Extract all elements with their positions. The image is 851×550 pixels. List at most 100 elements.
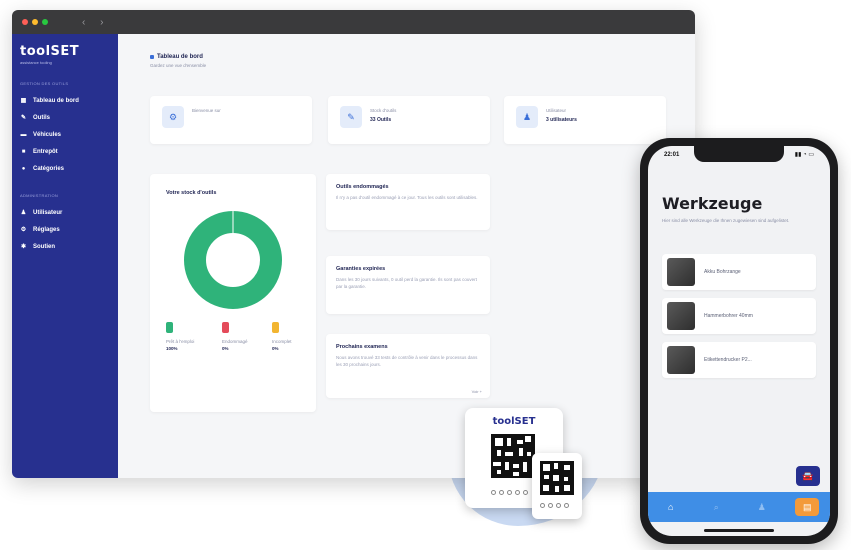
logo-subtitle: assistance tooling xyxy=(20,60,52,65)
list-item[interactable]: Hammerbohrer 40mm xyxy=(662,298,816,334)
sidebar-item-label: Réglages xyxy=(33,226,60,233)
sidebar: toolSET assistance tooling GESTION DES O… xyxy=(12,34,118,478)
qr-code-icon xyxy=(491,434,535,478)
gear-icon: ⚙ xyxy=(162,106,184,128)
qr-circle-row xyxy=(491,490,528,495)
qr-logo: toolSET xyxy=(492,416,536,427)
minimize-dot[interactable] xyxy=(32,19,38,25)
app-logo[interactable]: toolSET xyxy=(20,44,110,59)
gear-icon: ⚙ xyxy=(20,227,27,233)
sidebar-section-admin: ADMINISTRATION xyxy=(20,193,59,198)
car-icon: ▬ xyxy=(20,131,27,138)
nav-arrows[interactable]: ‹ › xyxy=(82,17,109,28)
tool-thumbnail xyxy=(667,258,695,286)
list-item-label: Hammerbohrer 40mm xyxy=(704,313,753,319)
close-dot[interactable] xyxy=(22,19,28,25)
sidebar-item-tools[interactable]: ✎ Outils xyxy=(20,109,110,126)
legend-label: Endommagé xyxy=(222,339,248,344)
grid-icon: ▦ xyxy=(20,98,27,104)
mobile-screen: 22:01 ▮▮ ◔ ▭ Werkzeuge Hier sind alle We… xyxy=(648,146,830,536)
user-icon: ♟ xyxy=(516,106,538,128)
phone-notch xyxy=(694,146,784,162)
home-indicator xyxy=(704,529,774,532)
qr-tag-small xyxy=(532,453,582,519)
support-icon: ✱ xyxy=(20,244,27,250)
sidebar-item-dashboard[interactable]: ▦ Tableau de bord xyxy=(20,92,110,109)
info-card-exams[interactable]: Prochains examens Nous avons trouvé 33 t… xyxy=(326,334,490,398)
main-content: Tableau de bord Gardez une vue d'ensembl… xyxy=(118,34,695,478)
sidebar-item-categories[interactable]: ● Catégories xyxy=(20,160,110,177)
stat-card-users[interactable]: ♟ Utilisateur 3 utilisateurs xyxy=(504,96,666,144)
sidebar-item-label: Soutien xyxy=(33,243,55,250)
page-title-text: Tableau de bord xyxy=(157,54,203,60)
sidebar-item-warehouse[interactable]: ■ Entrepôt xyxy=(20,143,110,160)
legend-incomplete: Incomplet 0% xyxy=(272,322,322,351)
sidebar-item-label: Tableau de bord xyxy=(33,97,79,104)
stat-card-tools[interactable]: ✎ Stock d'outils 33 Outils xyxy=(328,96,490,144)
wrench-icon: ✎ xyxy=(340,106,362,128)
list-item-label: Akku Bohrzange xyxy=(704,269,741,275)
page-subtitle: Gardez une vue d'ensemble xyxy=(150,63,207,68)
info-card-damaged[interactable]: Outils endommagés Il n'y a pas d'outil e… xyxy=(326,174,490,230)
sidebar-item-label: Outils xyxy=(33,114,51,121)
legend-pct: 0% xyxy=(272,346,279,351)
stat-value: 3 utilisateurs xyxy=(546,117,577,123)
sidebar-item-label: Véhicules xyxy=(33,131,62,138)
home-icon: ⌂ xyxy=(668,502,674,512)
legend-label: Prêt à l'emploi xyxy=(166,339,195,344)
info-card-title: Prochains examens xyxy=(336,344,388,350)
qr-code-small-icon xyxy=(540,461,574,495)
tag-icon: ● xyxy=(21,165,26,172)
user-icon: ♟ xyxy=(757,501,766,512)
sidebar-item-label: Catégories xyxy=(33,165,65,172)
legend-ready: Prêt à l'emploi 100% xyxy=(166,322,216,351)
more-link[interactable]: Voir + xyxy=(472,389,482,394)
legend-swatch xyxy=(272,322,279,333)
title-marker-icon xyxy=(150,55,154,59)
stat-value: 33 Outils xyxy=(370,117,392,123)
tool-thumbnail xyxy=(667,302,695,330)
stat-label: Utilisateur xyxy=(546,108,567,113)
info-card-title: Garanties expirées xyxy=(336,266,386,272)
status-time: 22:01 xyxy=(664,152,680,158)
stock-card-title: Votre stock d'outils xyxy=(166,190,217,196)
list-item-label: Etikettendrucker P2... xyxy=(704,357,752,363)
list-item[interactable]: Etikettendrucker P2... xyxy=(662,342,816,378)
info-card-warranty[interactable]: Garanties expirées Dans les 30 jours sui… xyxy=(326,256,490,314)
maximize-dot[interactable] xyxy=(42,19,48,25)
wrench-icon: ✎ xyxy=(20,115,27,121)
info-card-title: Outils endommagés xyxy=(336,184,389,190)
sidebar-item-settings[interactable]: ⚙ Réglages xyxy=(20,221,110,238)
legend-swatch xyxy=(166,322,173,333)
legend-label: Incomplet xyxy=(272,339,292,344)
tab-tools[interactable]: ▤ xyxy=(795,498,820,516)
desktop-window: ‹ › toolSET assistance tooling GESTION D… xyxy=(12,10,695,478)
sidebar-item-support[interactable]: ✱ Soutien xyxy=(20,238,110,255)
sidebar-item-users[interactable]: ♟ Utilisateur xyxy=(20,204,110,221)
stock-card: Votre stock d'outils Prêt à l'emploi 100… xyxy=(150,174,316,412)
legend-pct: 100% xyxy=(166,346,178,351)
stat-card-welcome[interactable]: ⚙ Bienvenue sur xyxy=(150,96,312,144)
info-card-text: Dans les 30 jours suivants, 0 outil perd… xyxy=(336,277,477,289)
stat-label: Stock d'outils xyxy=(370,108,397,113)
donut-slice-0 xyxy=(184,211,282,309)
page-title: Tableau de bord xyxy=(150,54,663,60)
legend-pct: 0% xyxy=(222,346,229,351)
tab-search[interactable]: ⌕ xyxy=(704,498,728,516)
sidebar-section-tools: GESTION DES OUTILS xyxy=(20,81,69,86)
vehicle-fab-button[interactable]: 🚘 xyxy=(796,466,820,486)
toolbox-icon: ▤ xyxy=(802,501,812,512)
sidebar-item-vehicles[interactable]: ▬ Véhicules xyxy=(20,126,110,143)
info-card-text: Il n'y a pas d'outil endommagé à ce jour… xyxy=(336,195,478,200)
mobile-title: Werkzeuge xyxy=(662,194,763,213)
sidebar-item-label: Entrepôt xyxy=(33,148,58,155)
warehouse-icon: ■ xyxy=(21,148,26,155)
list-item[interactable]: Akku Bohrzange xyxy=(662,254,816,290)
car-icon: 🚘 xyxy=(802,470,814,481)
mobile-phone: 22:01 ▮▮ ◔ ▭ Werkzeuge Hier sind alle We… xyxy=(640,138,838,544)
search-icon: ⌕ xyxy=(713,501,719,512)
window-titlebar: ‹ › xyxy=(12,10,695,34)
sidebar-item-label: Utilisateur xyxy=(33,209,63,216)
tab-home[interactable]: ⌂ xyxy=(659,498,683,516)
tab-profile[interactable]: ♟ xyxy=(750,498,774,516)
